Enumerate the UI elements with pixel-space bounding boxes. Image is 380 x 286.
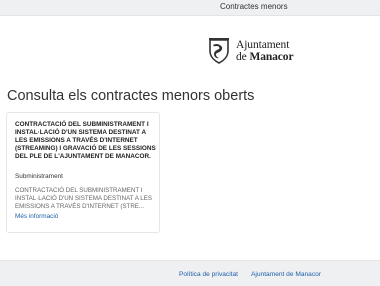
logo-text-ajuntament: Ajuntament <box>236 39 290 51</box>
coat-of-arms-icon <box>209 38 229 64</box>
footer-link-ajuntament[interactable]: Ajuntament de Manacor <box>251 271 321 278</box>
logo-text-de: de <box>236 51 247 63</box>
contract-card-title: CONTRACTACIÓ DEL SUBMINISTRAMENT I INSTA… <box>15 121 156 160</box>
logo-text-manacor: de Manacor <box>236 51 294 63</box>
ajuntament-logo[interactable]: Ajuntament de Manacor <box>207 37 307 69</box>
nav-link-contractes-menors[interactable]: Contractes menors <box>220 2 288 11</box>
footer: Política de privacitat Ajuntament de Man… <box>0 260 380 286</box>
contract-card-type: Subministrament <box>15 173 63 180</box>
more-info-link[interactable]: Més informació <box>15 213 58 220</box>
footer-link-privacy[interactable]: Política de privacitat <box>179 271 238 278</box>
contract-card-description: CONTRACTACIÓ DEL SUBMINISTRAMENT I INSTA… <box>15 187 152 210</box>
logo-text-town: Manacor <box>249 51 294 63</box>
page-title: Consulta els contractes menors oberts <box>7 88 255 104</box>
top-bar: Contractes menors <box>0 0 380 16</box>
contract-card: CONTRACTACIÓ DEL SUBMINISTRAMENT I INSTA… <box>6 112 160 233</box>
